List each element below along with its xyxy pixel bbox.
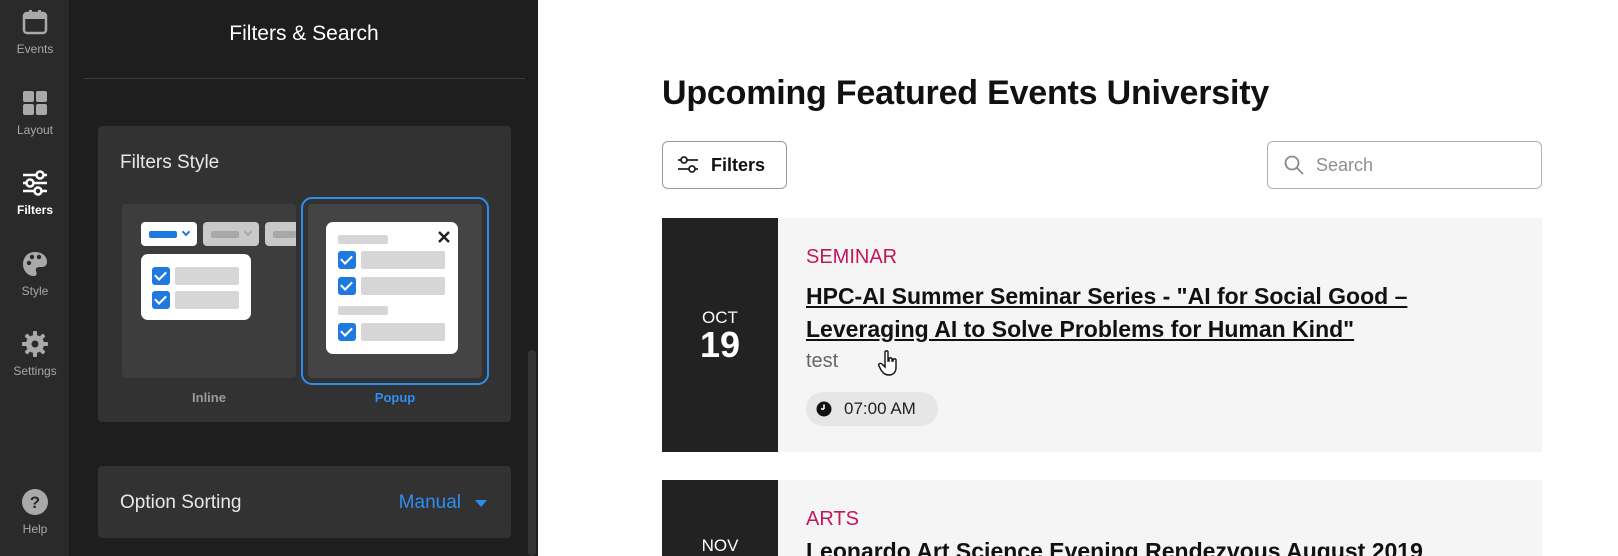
option-sorting-label: Option Sorting [120, 492, 242, 513]
palette-icon [23, 252, 47, 276]
panel-scrollbar[interactable] [528, 350, 536, 556]
filters-style-title: Filters Style [120, 152, 220, 173]
rail-item-filters[interactable]: Filters [0, 169, 70, 239]
inline-preview-dropdown-2 [203, 222, 259, 246]
inline-preview-menu [141, 254, 251, 320]
event-subtitle: test [806, 350, 839, 372]
filters-style-label-inline: Inline [192, 390, 226, 405]
rail-label-events: Events [16, 42, 54, 56]
panel-divider [84, 78, 525, 79]
popup-preview-dialog [326, 222, 458, 354]
filters-style-label-popup: Popup [374, 390, 416, 405]
panel-title: Filters & Search [229, 22, 379, 45]
rail-item-settings[interactable]: Settings [0, 330, 70, 400]
event-category: ARTS [806, 508, 859, 530]
close-icon [438, 231, 450, 243]
rail-item-style[interactable]: Style [0, 250, 70, 320]
icon-rail: Events Layout Filters Style Settings ? H… [0, 0, 70, 556]
event-card[interactable]: OCT 19 SEMINAR HPC-AI Summer Seminar Ser… [662, 218, 1542, 452]
inline-preview-dropdown [141, 222, 197, 246]
option-sorting-dropdown[interactable]: Manual [399, 492, 487, 514]
sliders-icon [678, 156, 698, 173]
rail-item-layout[interactable]: Layout [0, 89, 70, 159]
event-date-box: NOV [662, 480, 778, 556]
svg-text:?: ? [30, 493, 40, 512]
search-input[interactable]: Search [1267, 141, 1542, 189]
events-preview: Upcoming Featured Events University Filt… [538, 0, 1618, 556]
rail-label-help: Help [22, 522, 48, 536]
search-icon [1284, 155, 1304, 175]
event-category: SEMINAR [806, 246, 898, 268]
filters-button[interactable]: Filters [662, 141, 787, 189]
gear-icon [22, 331, 48, 357]
option-sorting-card: Option Sorting Manual [98, 466, 511, 538]
event-title-link[interactable]: Leonardo Art Science Evening Rendezvous … [806, 538, 1506, 556]
event-day: 19 [699, 324, 741, 365]
search-placeholder: Search [1316, 154, 1374, 175]
rail-label-style: Style [21, 284, 49, 298]
calendar-icon [22, 10, 48, 35]
grid-icon [23, 91, 47, 115]
app: Events Layout Filters Style Settings ? H… [0, 0, 1618, 556]
rail-label-layout: Layout [16, 123, 54, 137]
rail-item-help[interactable]: ? Help [0, 488, 70, 556]
event-time-badge: 07:00 AM [806, 392, 938, 426]
filters-style-option-popup[interactable] [301, 197, 489, 385]
rail-label-filters: Filters [16, 203, 53, 217]
settings-panel: Filters & Search Filters Style Inline Po… [70, 0, 538, 556]
rail-label-settings: Settings [13, 364, 57, 378]
filters-style-card: Filters Style Inline Popup [98, 126, 511, 422]
event-time: 07:00 AM [844, 399, 916, 418]
page-title: Upcoming Featured Events University [662, 74, 1270, 112]
event-title-link[interactable]: HPC-AI Summer Seminar Series - "AI for S… [806, 280, 1486, 346]
option-sorting-value: Manual [398, 492, 461, 513]
help-icon: ? [22, 489, 48, 515]
rail-item-events[interactable]: Events [0, 8, 70, 78]
event-card[interactable]: NOV ARTS Leonardo Art Science Evening Re… [662, 480, 1542, 556]
hand-cursor-icon [878, 350, 897, 376]
chevron-down-icon [475, 499, 487, 507]
event-date-box: OCT 19 [662, 218, 778, 452]
filters-style-option-inline[interactable] [122, 204, 296, 378]
event-month: NOV [701, 536, 739, 555]
inline-preview-dropdown-3 [265, 222, 296, 246]
sliders-icon [23, 170, 47, 196]
clock-icon [816, 401, 832, 417]
filters-button-label: Filters [711, 154, 766, 175]
